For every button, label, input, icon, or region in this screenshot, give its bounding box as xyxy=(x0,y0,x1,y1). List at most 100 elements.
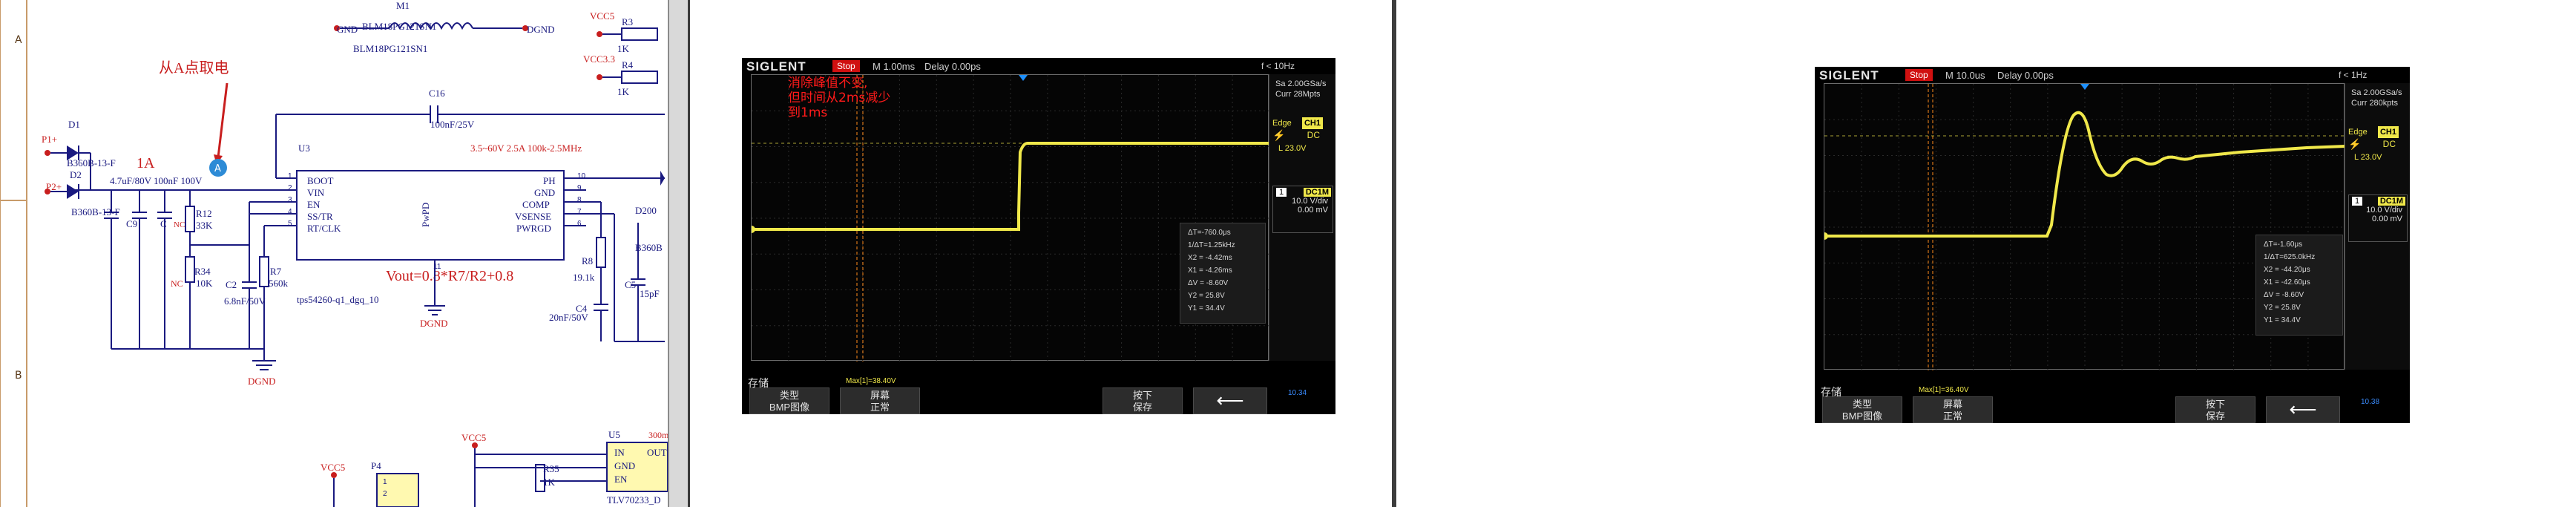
max-readout: Max[1]=38.40V xyxy=(846,377,896,385)
ic-pin-en: EN xyxy=(307,199,321,210)
u5-pin-gnd: GND xyxy=(614,460,635,471)
ic-pin-num-7: 7 xyxy=(577,208,582,216)
save-type-button[interactable]: 类型 BMP图像 xyxy=(749,387,829,414)
trigger-level: L 23.0V xyxy=(1278,144,1307,153)
screen-mode-button[interactable]: 屏幕 正常 xyxy=(1913,396,1993,423)
r7-value: 560k xyxy=(269,278,289,289)
c2-label: C2 xyxy=(226,279,237,290)
measure-y1: Y1 = 34.4V xyxy=(2264,316,2301,324)
vcc5-label: VCC5 xyxy=(590,10,614,22)
save-type-button[interactable]: 类型 BMP图像 xyxy=(1822,396,1902,423)
r4-label: R4 xyxy=(622,59,634,71)
u5-pin-in: IN xyxy=(614,447,625,458)
channel1-settings[interactable]: 1 DC1M 10.0 V/div 0.00 mV xyxy=(1272,186,1333,233)
sample-rate: Sa 2.00GSa/s xyxy=(1275,79,1327,88)
save-type-value: BMP图像 xyxy=(1841,410,1883,422)
r3-value: 1K xyxy=(617,43,630,54)
c5-value: 15pF xyxy=(640,288,660,299)
channel-coupling: DC1M xyxy=(1303,188,1331,197)
r34-value: 10K xyxy=(196,278,213,289)
ic-pin-num-2: 2 xyxy=(288,184,292,192)
measure-y2: Y2 = 25.8V xyxy=(1188,292,1225,300)
nc-label-2: NC xyxy=(171,278,183,289)
ic-pad: PwPD xyxy=(420,203,431,227)
measure-x1: X1 = -4.26ms xyxy=(1188,266,1232,275)
window-divider-2[interactable] xyxy=(1392,0,1396,507)
r35-value: 1K xyxy=(543,477,556,488)
dgnd-label: DGND xyxy=(527,24,555,35)
r4-value: 1K xyxy=(617,86,630,97)
measure-delta-t: ΔT=-760.0μs xyxy=(1188,229,1231,237)
ic-pin-num-5: 5 xyxy=(288,220,292,228)
scope-topbar: SIGLENT Stop M 1.00ms Delay 0.00ps f < 1… xyxy=(742,58,1335,74)
r3-label: R3 xyxy=(622,16,633,27)
trigger-frequency: f < 1Hz xyxy=(2339,70,2368,80)
run-state-badge: Stop xyxy=(1905,69,1933,81)
scope-side-panel: Sa 2.00GSa/s Curr 28Mpts Edge CH1 ⚡ DC L… xyxy=(1269,74,1335,361)
ic-pin-boot: BOOT xyxy=(307,175,333,186)
ic-pin-num-10: 10 xyxy=(577,172,586,180)
run-state-badge: Stop xyxy=(832,60,860,72)
schematic-panel: A B GND DGND M1 BLM18PG121SN1 BLM18PG121… xyxy=(0,0,668,507)
ic-pin-rtclk: RT/CLK xyxy=(307,223,341,234)
save-type-label: 类型 xyxy=(779,390,799,401)
ic-pin-sstr: SS/TR xyxy=(307,211,333,222)
d2-label: D2 xyxy=(70,169,82,180)
ic-pin-vsense: VSENSE xyxy=(515,211,551,222)
screen-mode-label: 屏幕 xyxy=(1942,399,1962,410)
window-divider[interactable] xyxy=(668,0,690,507)
dgnd-label-2: DGND xyxy=(420,318,448,329)
channel1-settings[interactable]: 1 DC1M 10.0 V/div 0.00 mV xyxy=(2348,194,2408,242)
ic-spec: 3.5~60V 2.5A 100k-2.5MHz xyxy=(470,143,582,154)
c5-label: C5 xyxy=(625,279,636,290)
measure-x2: X2 = -44.20μs xyxy=(2264,266,2310,274)
save-type-value: BMP图像 xyxy=(769,402,810,413)
r8-label: R8 xyxy=(582,255,593,266)
channel-coupling: DC1M xyxy=(2377,197,2405,206)
trigger-coupling: DC xyxy=(1307,130,1320,140)
u5-current: 300mA xyxy=(648,430,668,440)
schematic-annotation: 从A点取电 xyxy=(159,59,229,76)
press-save-button[interactable]: 按下 保存 xyxy=(2175,396,2255,423)
ic-pin-num-4: 4 xyxy=(288,208,292,216)
bead-label: BLM18PG121SN1 xyxy=(362,21,436,32)
ic-pin-num-3: 3 xyxy=(288,196,292,204)
measure-y2: Y2 = 25.8V xyxy=(2264,304,2301,312)
u5-part: TLV70233_D xyxy=(607,494,660,506)
m1-label: M1 xyxy=(396,0,410,11)
press-save-button[interactable]: 按下 保存 xyxy=(1103,387,1183,414)
trigger-source: CH1 xyxy=(2377,126,2399,138)
ic-pin-num-6: 6 xyxy=(577,220,582,228)
brand-logo: SIGLENT xyxy=(746,59,806,73)
c9-label: C9 xyxy=(126,218,137,229)
c2-value: 6.8nF/50V xyxy=(224,295,266,307)
p4-label: P4 xyxy=(371,460,381,471)
back-button[interactable]: ⟵ xyxy=(1193,387,1267,414)
channel-number: 1 xyxy=(2352,197,2363,206)
c4-value: 20nF/50V xyxy=(549,312,588,323)
schematic-drawing: A B GND DGND M1 BLM18PG121SN1 BLM18PG121… xyxy=(0,0,668,507)
measure-inv-delta-t: 1/ΔT=1.25kHz xyxy=(1188,241,1235,249)
memory-depth: Curr 28Mpts xyxy=(1275,90,1321,99)
p1-label: P1+ xyxy=(42,134,57,145)
screen-mode-button[interactable]: 屏幕 正常 xyxy=(840,387,920,414)
delay-readout: Delay 0.00ps xyxy=(1997,70,2054,81)
press-save-label: 按下 xyxy=(1132,390,1152,401)
r35-label: R35 xyxy=(543,463,559,474)
scope-side-panel: Sa 2.00GSa/s Curr 280kpts Edge CH1 ⚡ DC … xyxy=(2345,83,2410,370)
save-menu-bar: 存储 Max[1]=36.40V 类型 BMP图像 屏幕 正常 按下 保存 ⟵ … xyxy=(1815,385,2410,423)
r12-value: 33K xyxy=(196,220,213,231)
c16-value: 100nF/25V xyxy=(430,119,475,130)
volts-per-div: 10.0 V/div xyxy=(2366,206,2402,215)
memory-depth: Curr 280kpts xyxy=(2351,99,2398,108)
trigger-type: Edge xyxy=(2348,128,2368,137)
channel-offset: 0.00 mV xyxy=(2372,215,2402,223)
ic-pin-num-1: 1 xyxy=(288,172,292,180)
trigger-type: Edge xyxy=(1272,119,1292,128)
r34-label: R34 xyxy=(194,266,211,277)
back-button[interactable]: ⟵ xyxy=(2266,396,2340,423)
measure-x1: X1 = -42.60μs xyxy=(2264,278,2310,287)
vcc5-label-2: VCC5 xyxy=(321,462,345,473)
save-menu-bar: 存储 Max[1]=38.40V 类型 BMP图像 屏幕 正常 按下 保存 ⟵ … xyxy=(742,376,1335,414)
c16-label: C16 xyxy=(429,88,445,99)
